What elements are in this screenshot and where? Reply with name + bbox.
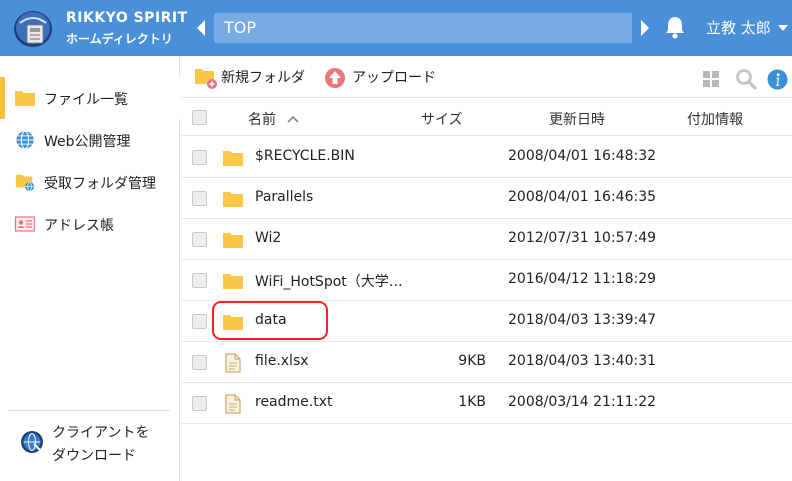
globe-download-icon xyxy=(21,431,43,453)
new-folder-button[interactable]: 新規フォルダ xyxy=(193,64,313,90)
sidebar-item-label: ファイル一覧 xyxy=(44,92,128,108)
column-header-info[interactable]: 付加情報 xyxy=(687,109,743,129)
file-browser: 新規フォルダ アップロード 名前 サイズ 更新日時 付加情報 $RECYCLE.… xyxy=(181,56,792,481)
logo-subtitle: ホームディレクトリ xyxy=(66,32,173,46)
table-row[interactable]: file.xlsx 9KB 2018/04/03 13:40:31 xyxy=(181,342,792,383)
row-checkbox[interactable] xyxy=(192,355,207,370)
document-icon xyxy=(225,353,241,373)
new-folder-label: 新規フォルダ xyxy=(221,70,305,86)
sidebar-item-file-list[interactable]: ファイル一覧 xyxy=(0,77,180,119)
logo-icon xyxy=(14,11,52,47)
sidebar-item-label: Web公開管理 xyxy=(44,134,131,150)
new-folder-icon xyxy=(195,69,217,89)
path-text: TOP xyxy=(224,18,257,37)
table-row[interactable]: readme.txt 1KB 2008/03/14 21:11:22 xyxy=(181,383,792,424)
folder-icon xyxy=(223,151,243,166)
nav-forward-icon[interactable] xyxy=(638,18,652,38)
column-header-modified[interactable]: 更新日時 xyxy=(549,109,605,129)
upload-button[interactable]: アップロード xyxy=(324,64,444,90)
file-name: Parallels xyxy=(255,189,314,205)
sidebar-item-web-publish[interactable]: Web公開管理 xyxy=(0,119,180,161)
file-size: 9KB xyxy=(458,353,486,369)
file-modified: 2018/04/03 13:40:31 xyxy=(508,353,657,369)
chevron-down-icon[interactable] xyxy=(778,24,788,32)
row-checkbox[interactable] xyxy=(192,314,207,329)
client-download-label-2: ダウンロード xyxy=(52,448,136,464)
folder-icon xyxy=(223,192,243,207)
document-icon xyxy=(225,394,241,414)
file-modified: 2018/04/03 13:39:47 xyxy=(508,312,657,328)
app-header: RIKKYO SPIRIT ホームディレクトリ TOP 立教 太郎 xyxy=(0,0,792,56)
sidebar-item-receive-folder[interactable]: 受取フォルダ管理 xyxy=(0,161,180,203)
nav-back-icon[interactable] xyxy=(194,18,208,38)
upload-icon xyxy=(325,68,345,88)
address-book-icon xyxy=(14,216,36,232)
folder-icon xyxy=(223,274,243,289)
sidebar-item-label: アドレス帳 xyxy=(44,218,114,234)
row-checkbox[interactable] xyxy=(192,273,207,288)
file-modified: 2008/04/01 16:46:35 xyxy=(508,189,657,205)
row-checkbox[interactable] xyxy=(192,232,207,247)
sidebar-divider xyxy=(8,410,170,411)
table-row[interactable]: Wi2 2012/07/31 10:57:49 xyxy=(181,219,792,260)
info-icon[interactable] xyxy=(767,69,788,90)
sidebar-item-label: 受取フォルダ管理 xyxy=(44,176,156,192)
row-checkbox[interactable] xyxy=(192,150,207,165)
user-menu[interactable]: 立教 太郎 xyxy=(706,17,771,38)
globe-icon xyxy=(16,130,34,150)
path-breadcrumb[interactable]: TOP xyxy=(214,13,632,43)
file-name: file.xlsx xyxy=(255,353,309,369)
select-all-checkbox[interactable] xyxy=(192,110,207,125)
file-size: 1KB xyxy=(458,394,486,410)
bell-icon[interactable] xyxy=(664,15,686,39)
upload-label: アップロード xyxy=(352,70,436,86)
row-checkbox[interactable] xyxy=(192,396,207,411)
chevron-up-icon[interactable] xyxy=(287,115,299,123)
sidebar: ファイル一覧 Web公開管理 受取フォルダ管理 アドレス帳 クライアントを ダウ… xyxy=(0,56,180,481)
table-row[interactable]: Parallels 2008/04/01 16:46:35 xyxy=(181,178,792,219)
file-name: Wi2 xyxy=(255,230,282,246)
file-modified: 2008/03/14 21:11:22 xyxy=(508,394,657,410)
shared-folder-icon xyxy=(15,174,35,192)
sidebar-item-address-book[interactable]: アドレス帳 xyxy=(0,203,180,245)
client-download-label-1: クライアントを xyxy=(52,425,150,441)
logo-title: RIKKYO SPIRIT xyxy=(66,10,188,26)
client-download-link[interactable]: クライアントを ダウンロード xyxy=(0,418,180,470)
file-name: WiFi_HotSpot（大学… xyxy=(255,274,403,290)
file-name: $RECYCLE.BIN xyxy=(255,148,355,164)
grid-view-icon[interactable] xyxy=(703,71,719,87)
folder-icon xyxy=(223,233,243,248)
table-header: 名前 サイズ 更新日時 付加情報 xyxy=(181,99,792,136)
search-icon[interactable] xyxy=(735,68,757,90)
column-header-size[interactable]: サイズ xyxy=(421,109,463,129)
folder-icon xyxy=(15,91,35,106)
column-header-name[interactable]: 名前 xyxy=(248,109,276,129)
table-row[interactable]: $RECYCLE.BIN 2008/04/01 16:48:32 xyxy=(181,137,792,178)
table-row[interactable]: WiFi_HotSpot（大学… 2016/04/12 11:18:29 xyxy=(181,260,792,301)
row-checkbox[interactable] xyxy=(192,191,207,206)
toolbar: 新規フォルダ アップロード xyxy=(181,56,792,98)
file-modified: 2008/04/01 16:48:32 xyxy=(508,148,657,164)
file-modified: 2016/04/12 11:18:29 xyxy=(508,271,657,287)
file-modified: 2012/07/31 10:57:49 xyxy=(508,230,657,246)
file-name: readme.txt xyxy=(255,394,333,410)
highlight-annotation xyxy=(212,301,328,340)
